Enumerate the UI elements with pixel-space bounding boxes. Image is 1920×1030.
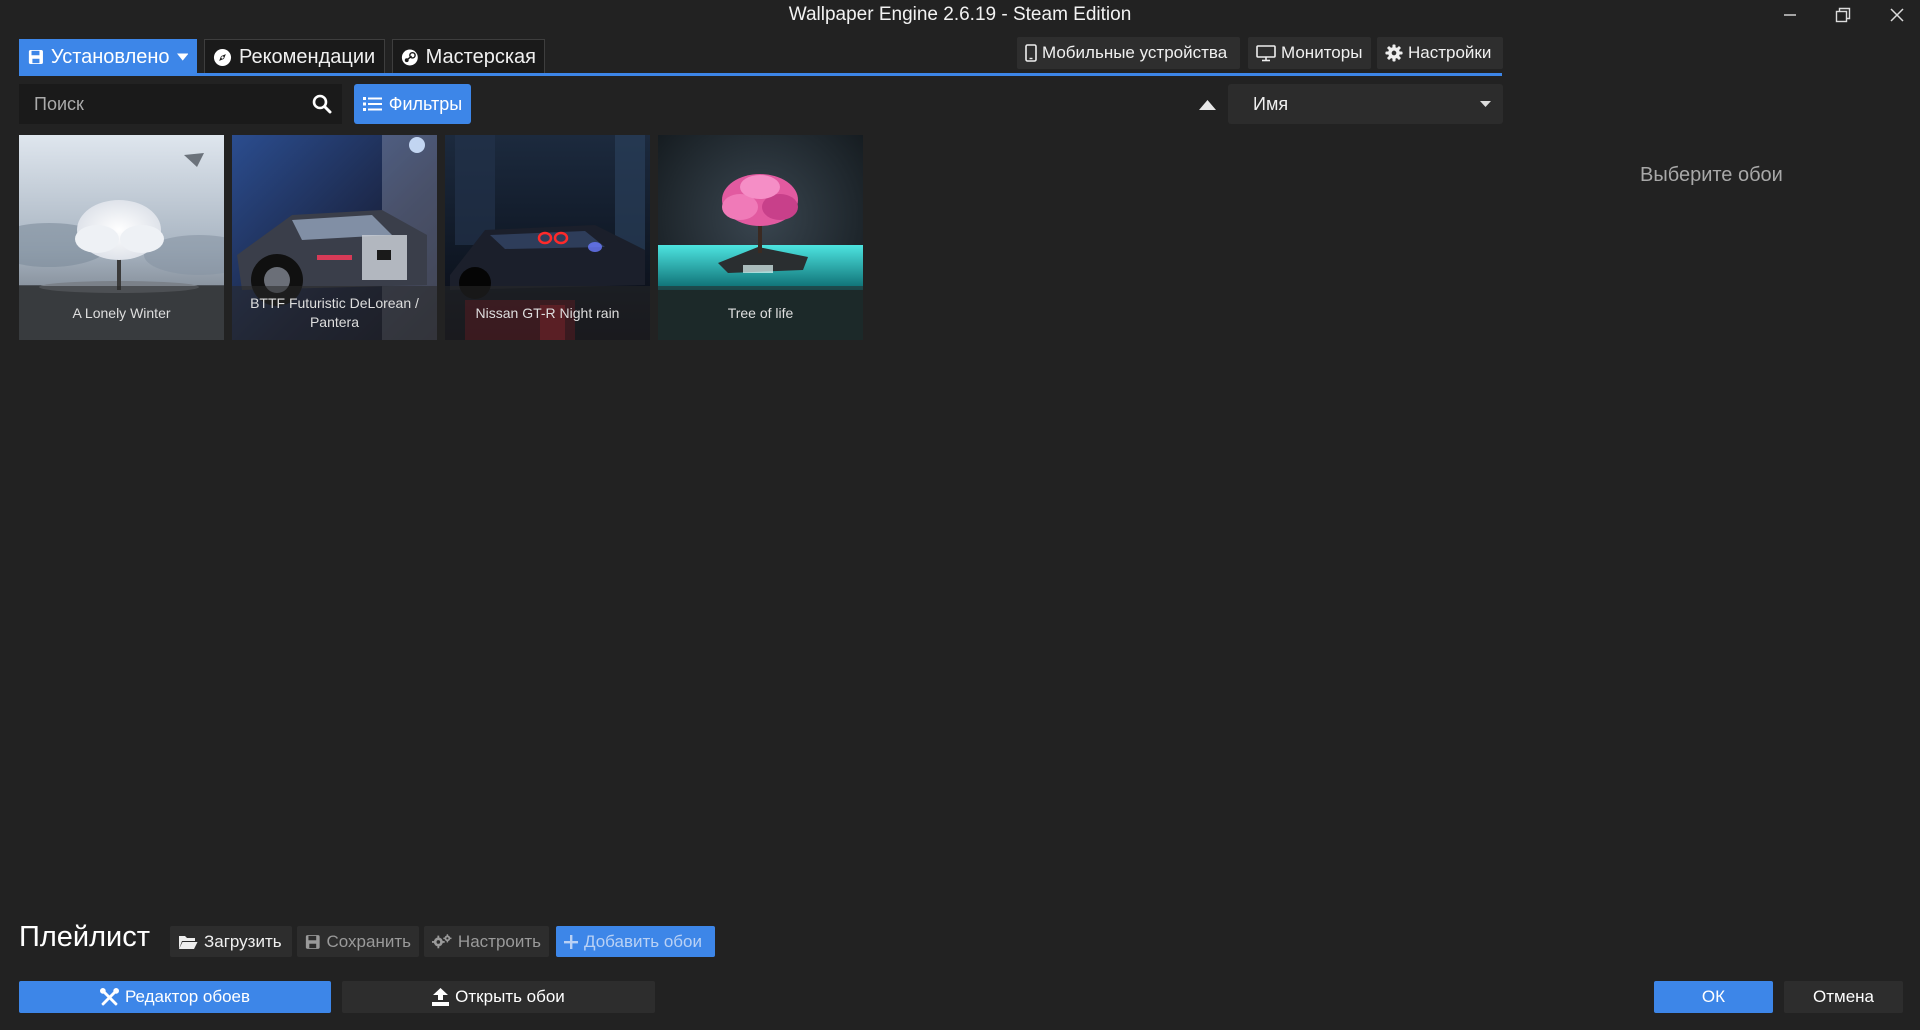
- mobile-devices-label: Мобильные устройства: [1042, 43, 1228, 62]
- playlist-save-label: Сохранить: [326, 931, 411, 951]
- monitors-button[interactable]: Мониторы: [1248, 37, 1371, 69]
- filters-label: Фильтры: [388, 93, 463, 114]
- minimize-icon: [1784, 14, 1796, 16]
- wallpaper-title: Tree of life: [727, 304, 794, 321]
- wallpaper-card[interactable]: A Lonely Winter: [19, 135, 224, 340]
- playlist-configure-button[interactable]: Настроить: [424, 926, 549, 957]
- playlist-configure-label: Настроить: [457, 931, 541, 951]
- wallpaper-title: Nissan GT-R Night rain: [475, 304, 620, 321]
- playlist-add-wallpaper-button[interactable]: Добавить обои: [556, 926, 715, 957]
- gear-icon: [1385, 44, 1403, 62]
- sort-dropdown[interactable]: Имя: [1228, 84, 1503, 124]
- wallpaper-title: A Lonely Winter: [72, 304, 171, 321]
- tab-installed-label: Установлено: [50, 45, 170, 68]
- settings-label: Настройки: [1408, 43, 1492, 62]
- playlist-title: Плейлист: [19, 921, 150, 953]
- wallpaper-card[interactable]: Tree of life: [658, 135, 863, 340]
- plus-icon: [564, 934, 578, 949]
- gears-icon: [432, 934, 452, 949]
- tab-installed[interactable]: Установлено: [19, 39, 197, 74]
- window-title: Wallpaper Engine 2.6.19 - Steam Edition: [788, 4, 1132, 25]
- playlist-save-button[interactable]: Сохранить: [297, 926, 419, 957]
- open-wallpaper-button[interactable]: Открыть обои: [342, 981, 655, 1013]
- title-bar: Wallpaper Engine 2.6.19 - Steam Edition: [0, 0, 1920, 30]
- playlist-load-button[interactable]: Загрузить: [170, 926, 292, 957]
- minimize-button[interactable]: [1763, 0, 1817, 30]
- monitors-label: Мониторы: [1281, 43, 1363, 62]
- tab-recommendations-label: Рекомендации: [239, 45, 376, 68]
- playlist-load-label: Загрузить: [204, 931, 282, 951]
- monitor-icon: [1256, 44, 1276, 61]
- mobile-phone-icon: [1025, 44, 1037, 62]
- wallpaper-title: BTTF Futuristic DeLorean / Pantera: [250, 295, 419, 330]
- compass-icon: [213, 48, 232, 66]
- mobile-devices-button[interactable]: Мобильные устройства: [1017, 37, 1240, 69]
- wallpaper-editor-label: Редактор обоев: [124, 987, 251, 1006]
- search-input[interactable]: [19, 84, 342, 124]
- tab-workshop-label: Мастерская: [425, 45, 536, 68]
- tab-workshop[interactable]: Мастерская: [392, 39, 545, 74]
- close-icon: [1890, 8, 1904, 22]
- chevron-down-icon: [1480, 101, 1491, 107]
- select-wallpaper-hint: Выберите обои: [1640, 164, 1783, 186]
- ok-button[interactable]: ОК: [1654, 981, 1773, 1013]
- close-button[interactable]: [1870, 0, 1920, 30]
- ok-label: ОК: [1701, 987, 1726, 1006]
- wallpaper-card[interactable]: BTTF Futuristic DeLorean / Pantera: [232, 135, 437, 340]
- search-icon[interactable]: [312, 94, 332, 114]
- wallpaper-card[interactable]: Nissan GT-R Night rain: [445, 135, 650, 340]
- save-icon: [305, 934, 320, 949]
- cancel-button[interactable]: Отмена: [1784, 981, 1903, 1013]
- tab-recommendations[interactable]: Рекомендации: [204, 39, 385, 74]
- caret-down-icon[interactable]: [176, 53, 188, 62]
- filter-list-icon: [362, 97, 382, 111]
- filters-button[interactable]: Фильтры: [354, 84, 471, 124]
- folder-open-icon: [179, 935, 198, 949]
- sort-selected-value: Имя: [1253, 93, 1289, 114]
- open-wallpaper-label: Открыть обои: [455, 987, 565, 1006]
- tools-icon: [99, 987, 119, 1006]
- cancel-label: Отмена: [1813, 987, 1874, 1006]
- playlist-add-label: Добавить обои: [584, 931, 702, 951]
- sort-ascending-icon[interactable]: [1199, 99, 1216, 110]
- steam-icon: [401, 49, 418, 65]
- save-icon: [28, 49, 43, 65]
- tab-underline: [19, 73, 1502, 76]
- settings-button[interactable]: Настройки: [1377, 37, 1503, 69]
- restore-button[interactable]: [1816, 0, 1870, 30]
- wallpaper-editor-button[interactable]: Редактор обоев: [19, 981, 331, 1013]
- restore-icon: [1835, 7, 1851, 23]
- upload-icon: [432, 988, 450, 1006]
